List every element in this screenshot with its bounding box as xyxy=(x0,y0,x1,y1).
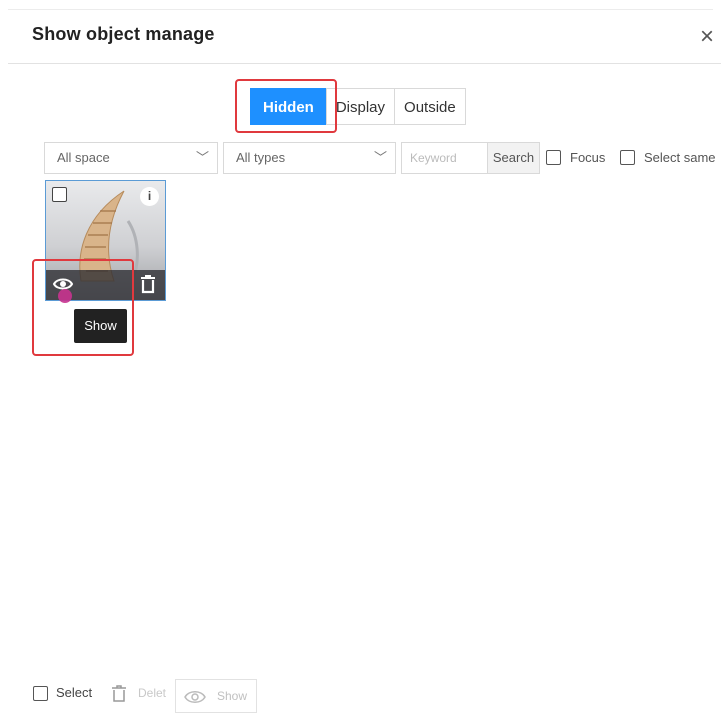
trash-icon[interactable] xyxy=(138,273,158,295)
show-tooltip: Show xyxy=(74,309,127,343)
object-card[interactable]: i xyxy=(45,180,166,301)
tab-hidden[interactable]: Hidden xyxy=(250,88,327,125)
type-select[interactable]: All types ﹀ xyxy=(223,142,396,174)
card-checkbox[interactable] xyxy=(52,187,67,202)
select-all-label: Select xyxy=(56,685,93,700)
show-button[interactable]: Show xyxy=(175,679,257,713)
eye-icon xyxy=(184,691,206,703)
trash-icon[interactable] xyxy=(110,683,128,703)
chevron-down-icon: ﹀ xyxy=(373,150,387,165)
header-divider xyxy=(8,63,721,64)
tab-outside[interactable]: Outside xyxy=(394,88,466,125)
dialog-title: Show object manage xyxy=(32,24,215,44)
search-button[interactable]: Search xyxy=(487,142,540,174)
tab-display[interactable]: Display xyxy=(325,88,396,125)
top-divider xyxy=(8,9,713,10)
tab-group: Hidden Display Outside xyxy=(250,88,466,125)
focus-checkbox[interactable] xyxy=(546,150,561,165)
focus-label: Focus xyxy=(570,150,606,165)
type-select-value: All types xyxy=(236,150,286,165)
select-same-label: Select same xyxy=(644,150,716,165)
close-icon[interactable]: × xyxy=(692,22,721,52)
delete-button[interactable]: Delet xyxy=(138,686,166,700)
space-select-value: All space xyxy=(57,150,110,165)
select-same-checkbox[interactable] xyxy=(620,150,635,165)
keyword-input[interactable] xyxy=(401,142,487,174)
chevron-down-icon: ﹀ xyxy=(195,150,209,165)
show-button-label: Show xyxy=(217,689,248,703)
info-icon[interactable]: i xyxy=(140,187,159,206)
space-select[interactable]: All space ﹀ xyxy=(44,142,218,174)
select-all-checkbox[interactable] xyxy=(33,686,48,701)
mouse-cursor xyxy=(58,289,72,303)
